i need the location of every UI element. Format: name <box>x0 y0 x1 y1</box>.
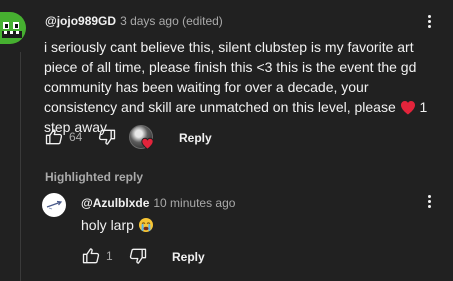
reply-button[interactable]: Reply <box>179 130 212 146</box>
like-button[interactable] <box>44 127 64 147</box>
commenter-avatar[interactable] <box>0 12 26 44</box>
reply-reply-button[interactable]: Reply <box>172 249 205 265</box>
like-count: 64 <box>69 130 83 144</box>
more-dot <box>427 199 431 203</box>
dislike-button[interactable] <box>97 127 117 147</box>
thumbs-up-icon <box>82 248 100 264</box>
thread-divider-line <box>20 52 21 281</box>
crying-face-emoji-icon <box>138 218 153 232</box>
reply-text-main: holy larp <box>81 217 134 233</box>
comment-timestamp[interactable]: 3 days ago (edited) <box>120 14 223 28</box>
comment-header: @jojo989GD 3 days ago (edited) <box>45 13 223 29</box>
highlighted-reply-label: Highlighted reply <box>45 170 144 184</box>
comment-author[interactable]: @jojo989GD <box>45 14 116 28</box>
reply-like-button[interactable] <box>81 246 101 266</box>
creator-heart-icon <box>141 137 154 150</box>
comment-text-main: i seriously cant believe this, silent cl… <box>44 39 417 115</box>
reply-dislike-button[interactable] <box>128 246 148 266</box>
reply-text: holy larp <box>81 215 154 235</box>
creator-heart-badge[interactable] <box>129 125 155 153</box>
reply-author-avatar[interactable] <box>42 193 66 217</box>
more-dot <box>427 194 431 198</box>
thumbs-down-icon <box>129 248 147 264</box>
red-heart-emoji-icon <box>400 101 415 115</box>
more-dot <box>427 204 431 208</box>
reply-header: @Azulblxde 10 minutes ago <box>81 195 235 211</box>
reply-author[interactable]: @Azulblxde <box>81 196 149 210</box>
more-dot <box>427 14 431 18</box>
more-dot <box>427 19 431 23</box>
reply-like-count: 1 <box>106 249 113 263</box>
comment-more-button[interactable] <box>424 11 434 31</box>
thumbs-up-icon <box>45 129 63 145</box>
reply-more-button[interactable] <box>424 191 434 211</box>
thumbs-down-icon <box>98 129 116 145</box>
comment-text: i seriously cant believe this, silent cl… <box>44 37 439 137</box>
green-monster-avatar-icon <box>2 22 22 38</box>
more-dot <box>427 24 431 28</box>
reply-timestamp[interactable]: 10 minutes ago <box>153 196 235 210</box>
white-sketch-avatar-icon <box>46 200 63 210</box>
